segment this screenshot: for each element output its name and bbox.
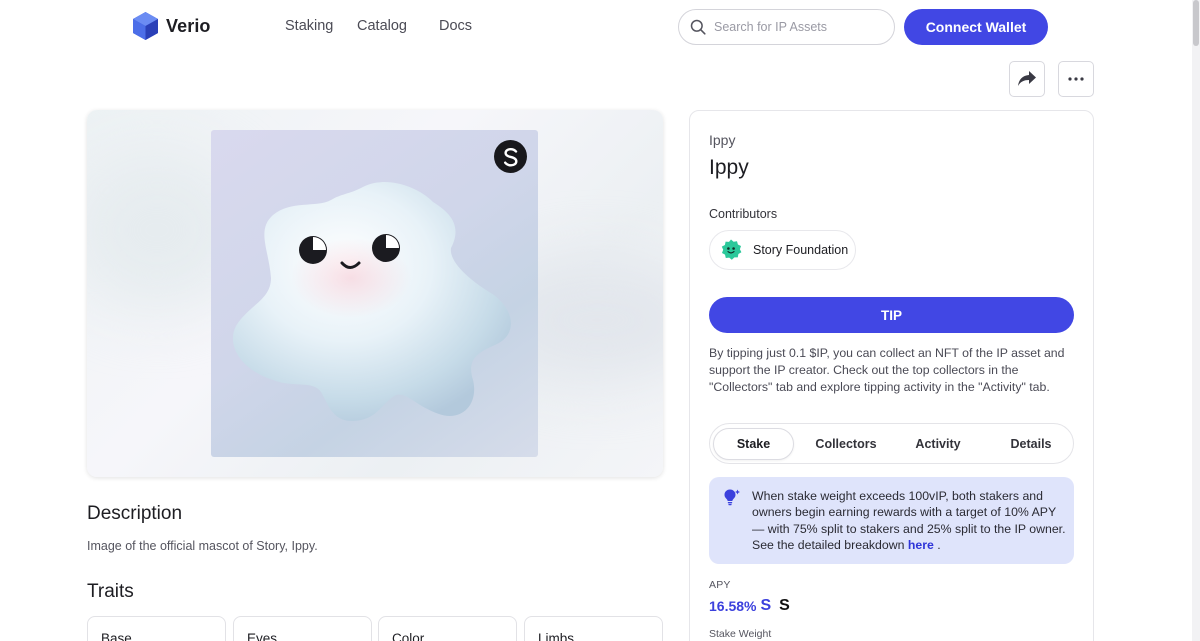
share-icon [1018,71,1036,86]
trait-card-limbs: Limbs [524,616,663,641]
story-token-icon: S [779,597,790,614]
ippy-mascot-image [232,182,511,422]
vip-token-icon: S [760,597,772,614]
contributor-name: Story Foundation [753,243,849,257]
stake-weight-label: Stake Weight [709,628,772,640]
lightbulb-icon [724,489,740,506]
stake-info-text: When stake weight exceeds 100vIP, both s… [752,488,1068,554]
nav-catalog[interactable]: Catalog [357,18,407,34]
story-logo-icon [494,140,527,173]
description-text: Image of the official mascot of Story, I… [87,539,318,553]
asset-image[interactable] [211,130,538,457]
page-scrollbar[interactable] [1192,0,1200,641]
tab-stake[interactable]: Stake [713,428,794,460]
tab-collectors[interactable]: Collectors [806,428,886,460]
collection-name[interactable]: Ippy [709,132,735,148]
apy-value: 16.58% [709,598,757,614]
trait-label: Base [101,631,132,641]
apy-label: APY [709,579,731,591]
trait-label: Limbs [538,631,575,641]
breakdown-link[interactable]: here [908,538,934,552]
nav-docs[interactable]: Docs [439,18,472,34]
contributors-label: Contributors [709,207,778,221]
contributor-avatar-icon [721,239,742,260]
trait-card-base: Base [87,616,226,641]
scrollbar-thumb[interactable] [1193,0,1199,46]
brand-name: Verio [166,15,211,36]
description-heading: Description [87,503,183,524]
asset-title: Ippy [709,156,749,179]
search-input[interactable] [714,20,884,34]
trait-card-color: Color [378,616,517,641]
trait-label: Color [392,631,425,641]
verio-logo-icon [133,12,158,40]
connect-wallet-button[interactable]: Connect Wallet [904,9,1048,45]
tip-button[interactable]: TIP [709,297,1074,333]
top-header: Verio Staking Catalog Docs Connect Walle… [0,0,1200,54]
asset-tabs: Stake Collectors Activity Details [709,423,1074,464]
more-options-button[interactable] [1058,61,1094,97]
contributor-chip[interactable]: Story Foundation [709,230,856,270]
nav-staking[interactable]: Staking [285,18,333,34]
stake-info-box: When stake weight exceeds 100vIP, both s… [709,477,1074,564]
tab-activity[interactable]: Activity [898,428,978,460]
more-horizontal-icon [1068,77,1084,81]
search-icon [690,19,706,35]
trait-card-eyes: Eyes [233,616,372,641]
tip-description: By tipping just 0.1 $IP, you can collect… [709,346,1065,394]
tab-details[interactable]: Details [991,428,1071,460]
mascot-left-eye [299,236,327,264]
asset-media-card [87,110,663,477]
mascot-right-eye [372,234,400,262]
stake-info-end: . [937,538,941,553]
brand-logo[interactable]: Verio [132,11,211,41]
traits-heading: Traits [87,581,134,602]
share-button[interactable] [1009,61,1045,97]
trait-label: Eyes [247,631,278,641]
apy-value-row: 16.58% S S [709,597,790,615]
search-bar[interactable] [678,9,895,45]
